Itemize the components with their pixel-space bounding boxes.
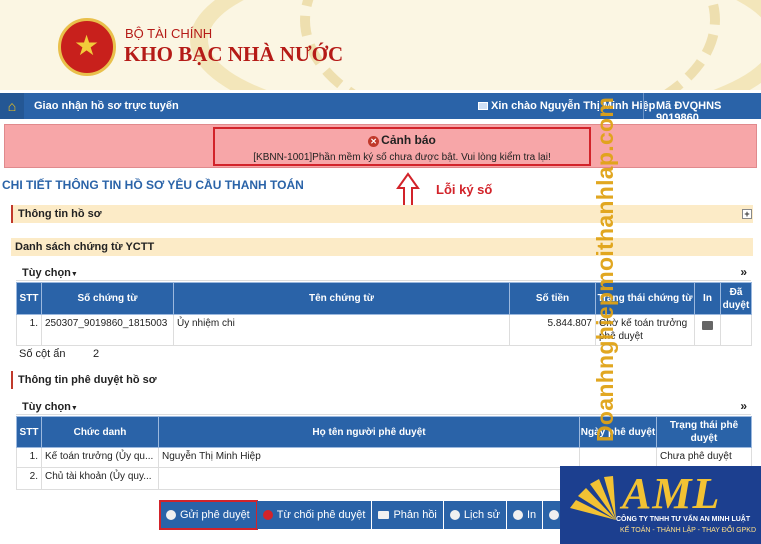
section-document-info[interactable]: Thông tin hồ sơ + [11,205,753,223]
history-icon [449,510,460,520]
section-approval-info: Thông tin phê duyệt hồ sơ [11,371,753,389]
ministry-name: BỘ TÀI CHÍNH [125,26,213,41]
column-header[interactable]: Họ tên người phê duyệt [158,416,580,448]
options-label: Tùy chọn [22,401,71,413]
printer-icon[interactable] [702,321,713,330]
table-row[interactable]: 1. 250307_9019860_1815003 Ủy nhiệm chi 5… [16,314,752,346]
approval-status: Chưa phê duyệt [656,447,752,468]
error-icon: ✕ [368,136,380,147]
extra-icon [549,510,560,520]
aml-wordmark: AML [622,469,721,518]
nav-link-online-submission[interactable]: Giao nhận hồ sơ trực tuyến [34,100,179,112]
caret-down-icon: ▼ [70,271,78,278]
scroll-right-icon[interactable]: » [740,399,747,413]
section-document-list-label: Danh sách chứng từ YCTT [15,241,155,253]
reject-approval-label: Từ chối phê duyệt [276,509,366,521]
column-header[interactable]: Tên chứng từ [173,282,510,315]
treasury-name: KHO BẠC NHÀ NƯỚC [124,42,344,66]
column-header[interactable]: Trạng thái phê duyệt [656,416,752,448]
warning-box: ✕ Cảnh báo [KBNN-1001]Phần mềm ký số chưa… [213,127,591,166]
document-number[interactable]: 250307_9019860_1815003 [41,314,174,346]
options-row-approval: Tùy chọn▼ » [16,399,751,415]
section-document-info-label: Thông tin hồ sơ [18,208,102,220]
unit-code: Mã ĐVQHNS 9019860 [656,100,722,124]
feedback-label: Phản hồi [393,509,437,521]
top-navbar: ⌂ Giao nhận hồ sơ trực tuyến Xin chào Ng… [0,93,761,124]
table-header-row: STT Chức danh Họ tên người phê duyệt Ngà… [16,416,752,448]
greeting-text: Xin chào Nguyễn Thị Minh Hiệp [491,100,656,112]
company-name: CÔNG TY TNHH TƯ VẤN AN MINH LUẬT [616,516,751,523]
warning-title-row: ✕ Cảnh báo [215,133,589,147]
action-buttons: Gửi phê duyệt Từ chối phê duyệt Phản hồi… [159,500,578,530]
column-header[interactable]: STT [16,282,42,315]
state-emblem-icon: ★ [58,18,116,76]
print-cell[interactable] [694,314,721,346]
options-dropdown-approval[interactable]: Tùy chọn▼ [22,401,78,413]
user-card-icon [478,102,488,110]
column-header[interactable]: STT [16,416,42,448]
history-button[interactable]: Lịch sử [443,501,507,529]
annotation-label: Lỗi ký số [436,182,493,197]
app-page: ★ BỘ TÀI CHÍNH KHO BẠC NHÀ NƯỚC ⌂ Giao n… [0,0,761,544]
document-name: Ủy nhiệm chi [173,314,510,346]
column-header[interactable]: Số tiền [509,282,596,315]
approval-date [579,447,657,468]
section-approval-label: Thông tin phê duyệt hồ sơ [18,374,157,386]
warning-title: Cảnh báo [381,133,436,147]
approver-title: Chủ tài khoản (Ủy quy... [41,467,159,490]
send-approval-button[interactable]: Gửi phê duyệt [159,500,258,530]
fan-logo-icon [570,476,616,520]
history-label: Lịch sử [463,509,500,521]
hidden-columns-count: 2 [93,348,100,360]
print-label: In [527,509,537,521]
table-row[interactable]: 1. Kế toán trưởng (Ủy qu... Nguyễn Thị M… [16,447,752,468]
aml-logo: AML CÔNG TY TNHH TƯ VẤN AN MINH LUẬT KẾ … [560,466,761,544]
approver-title: Kế toán trưởng (Ủy qu... [41,447,159,468]
options-label: Tùy chọn [22,267,71,279]
column-header[interactable]: Chức danh [41,416,159,448]
header-banner: ★ BỘ TÀI CHÍNH KHO BẠC NHÀ NƯỚC [0,0,761,90]
expand-icon[interactable]: + [742,209,752,219]
column-header[interactable]: In [694,282,721,315]
approver-name: Nguyễn Thị Minh Hiệp [158,447,580,468]
warning-message: [KBNN-1001]Phần mềm ký số chưa được bật.… [253,152,551,163]
bronze-drum-pattern [300,0,720,90]
print-button[interactable]: In [507,501,544,529]
send-approval-label: Gửi phê duyệt [180,509,250,521]
column-header[interactable]: Số chứng từ [41,282,174,315]
send-icon [166,510,176,520]
row-index: 2. [16,467,42,490]
options-row: Tùy chọn▼ » [16,265,751,281]
hidden-columns-label: Số cột ẩn [19,348,66,360]
document-amount: 5.844.807 [509,314,596,346]
scroll-right-icon[interactable]: » [740,265,747,279]
options-dropdown[interactable]: Tùy chọn▼ [22,267,78,279]
column-header[interactable]: Đã duyệt [720,282,752,315]
page-title: CHI TIẾT THÔNG TIN HỒ SƠ YÊU CẦU THANH T… [2,178,304,192]
company-tagline: KẾ TOÁN - THÀNH LẬP - THAY ĐỔI GPKD [620,527,757,534]
user-greeting[interactable]: Xin chào Nguyễn Thị Minh Hiệp [478,100,655,112]
documents-table: STT Số chứng từ Tên chứng từ Số tiền Trạ… [16,282,752,346]
approved-cell [720,314,752,346]
home-icon[interactable]: ⌂ [0,93,24,119]
print-icon [513,510,523,520]
table-header-row: STT Số chứng từ Tên chứng từ Số tiền Trạ… [16,282,752,315]
envelope-icon [378,511,390,519]
row-index: 1. [16,447,42,468]
section-document-list: Danh sách chứng từ YCTT [11,238,753,256]
row-index: 1. [16,314,42,346]
approver-name [158,467,580,490]
nav-divider [643,93,644,119]
caret-down-icon: ▼ [70,405,78,412]
feedback-button[interactable]: Phản hồi [372,501,444,529]
watermark-text: Doanhnghiepmoithanhlap.com [592,96,618,442]
reject-approval-button[interactable]: Từ chối phê duyệt [256,501,373,529]
reject-icon [262,510,273,520]
